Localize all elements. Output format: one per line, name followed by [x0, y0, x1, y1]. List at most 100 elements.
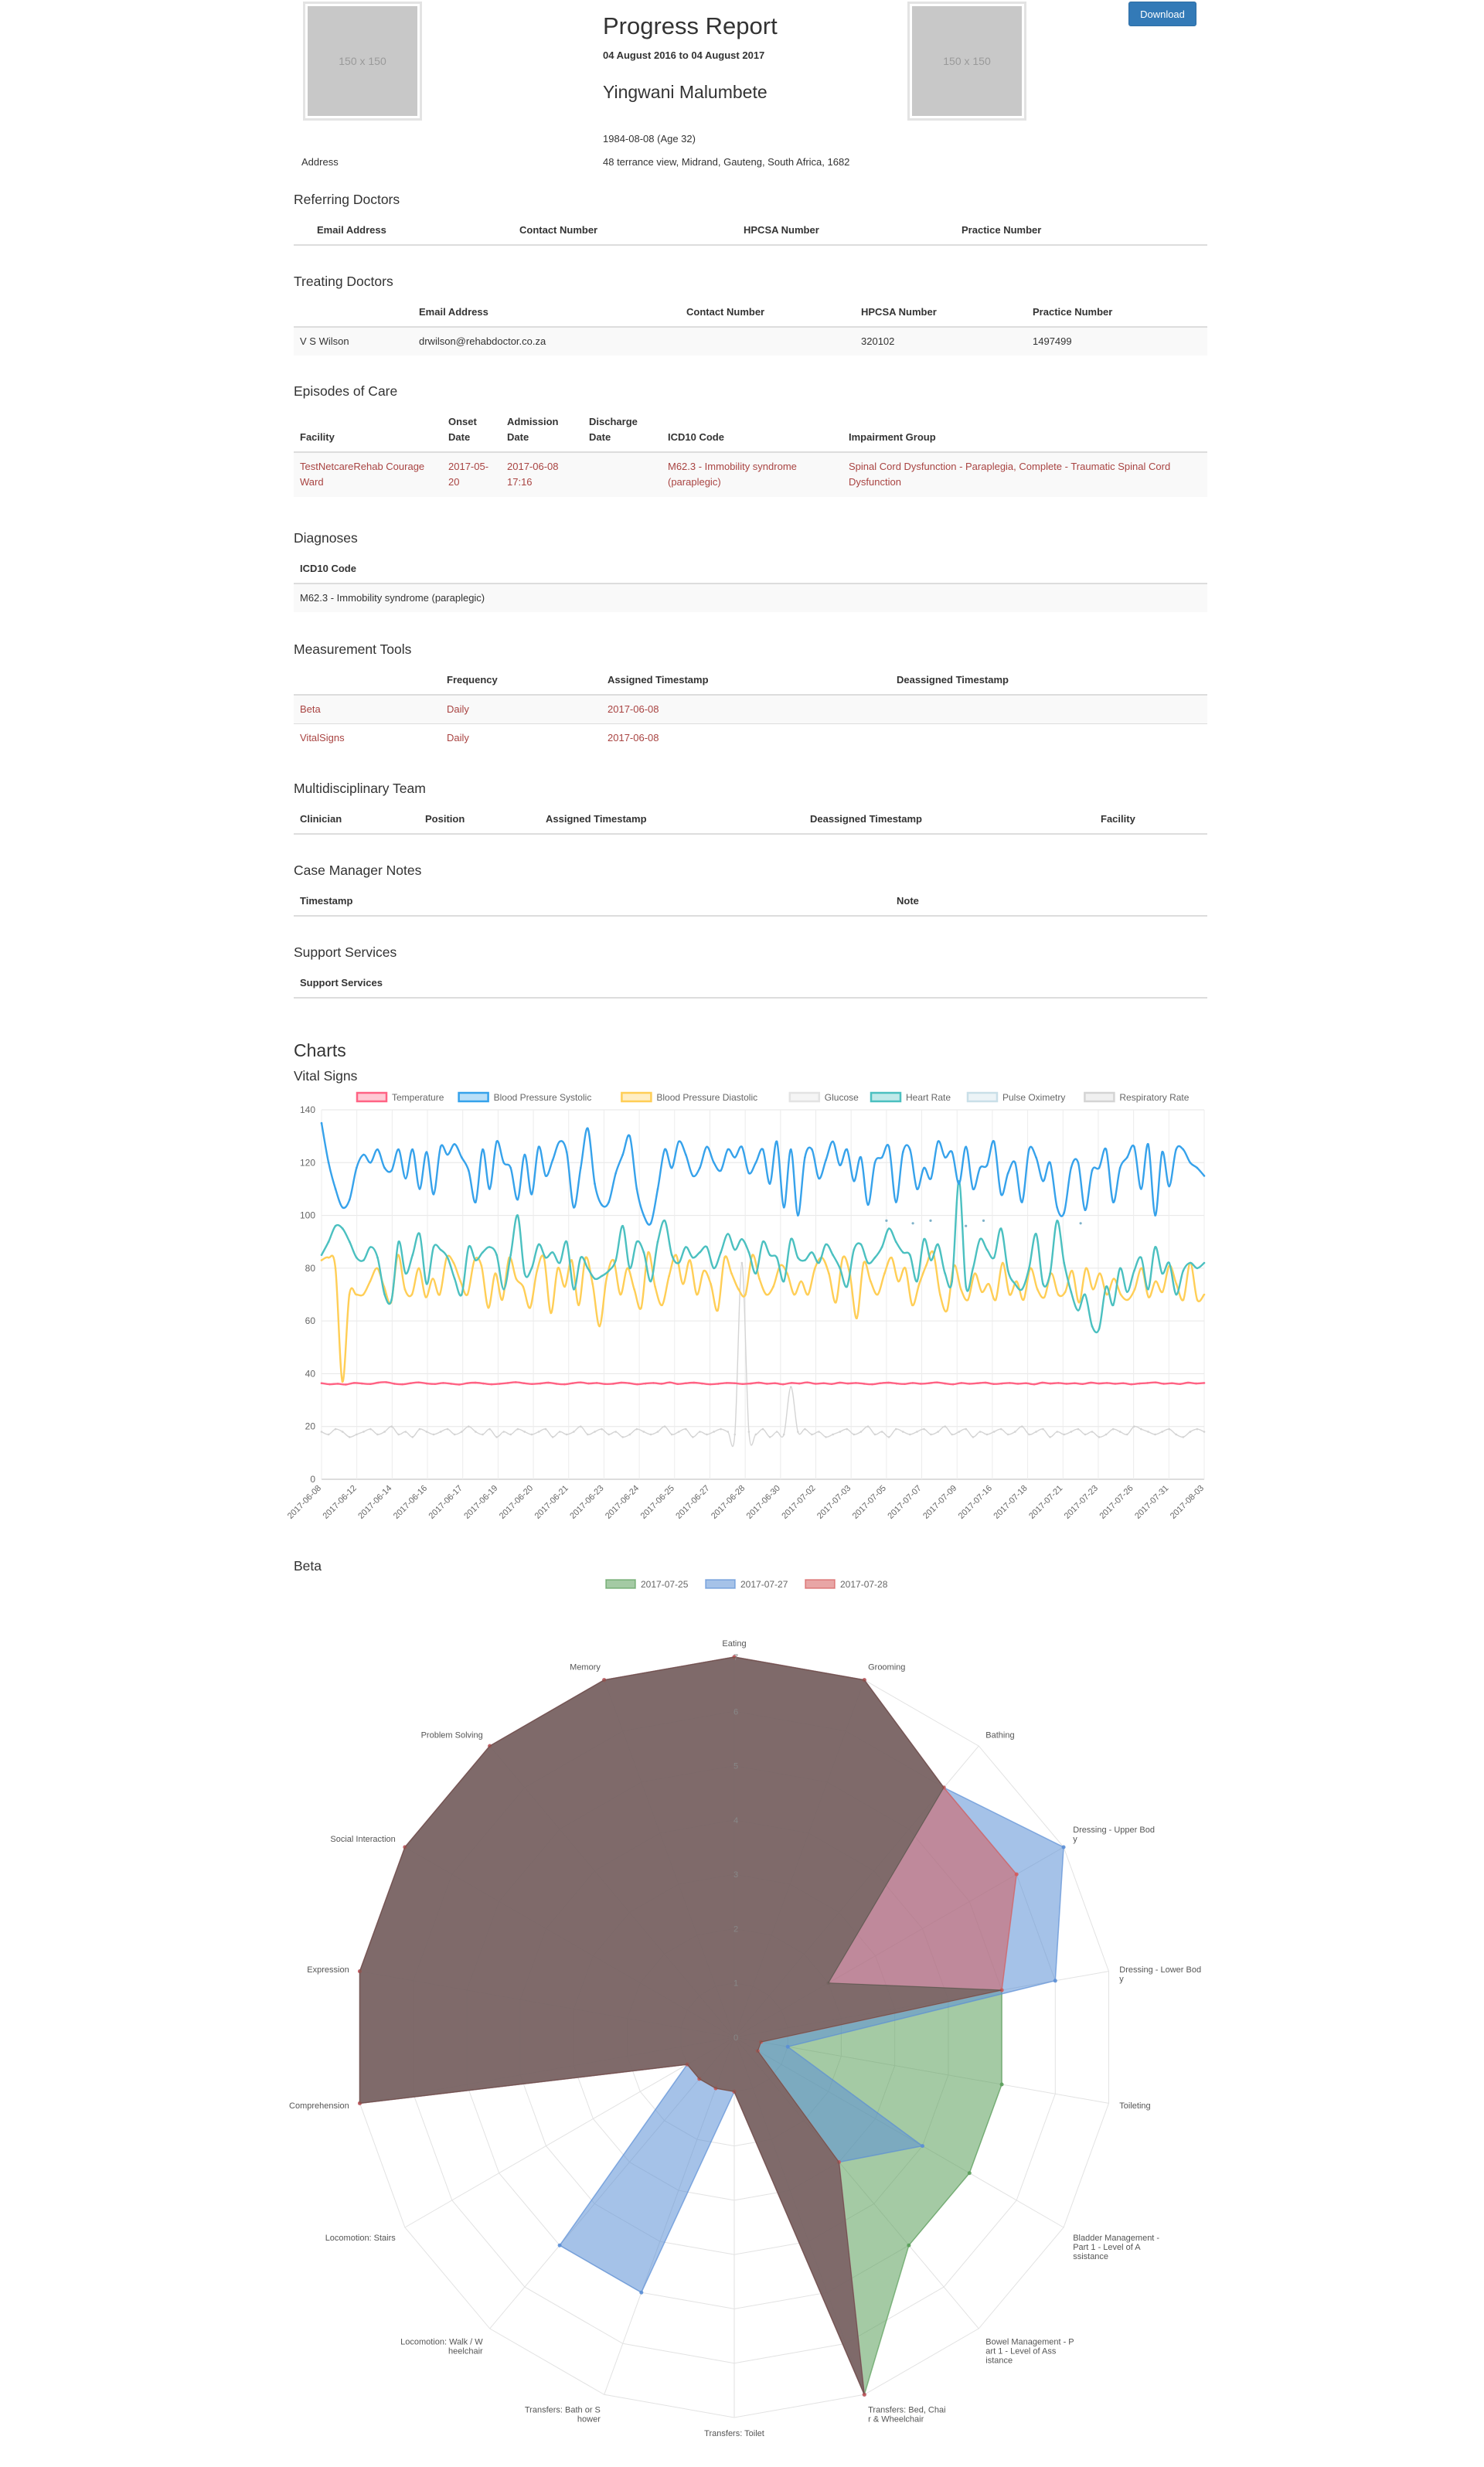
data-point [327, 1240, 330, 1243]
logo-placeholder-right: 150 x 150 [907, 2, 1026, 121]
data-point [883, 1272, 886, 1274]
data-point [866, 1425, 870, 1427]
axis-label-line: Social Interaction [330, 1835, 395, 1844]
data-point [620, 1381, 622, 1384]
data-point [1016, 1383, 1019, 1385]
data-point [334, 1427, 337, 1431]
table-cell: 1497499 [1026, 326, 1207, 356]
data-point [720, 1169, 722, 1172]
data-point [425, 1151, 428, 1153]
impairment-group-link[interactable]: Spinal Cord Dysfunction - Paraplegia, Co… [842, 451, 1207, 497]
data-point [1098, 1382, 1101, 1385]
data-point [636, 1383, 638, 1386]
data-point [530, 1433, 533, 1436]
data-point [551, 1159, 554, 1162]
data-point [580, 1381, 582, 1383]
data-point [733, 1433, 736, 1436]
axis-label: Locomotion: Stairs [325, 2234, 397, 2243]
series-line [320, 1179, 1205, 1334]
onset-date-link[interactable]: 2017-05-20 [442, 451, 501, 497]
data-point [523, 1153, 526, 1156]
data-point [904, 1267, 907, 1270]
data-point [536, 1270, 539, 1272]
data-point [1090, 1381, 1092, 1384]
data-point [376, 1433, 379, 1436]
axis-label: Transfers: Bath or Shower [525, 2406, 601, 2424]
data-point [608, 1270, 610, 1272]
data-point [446, 1153, 449, 1156]
axis-label-line: Transfers: Bed, Chai [868, 2406, 945, 2415]
data-point [1043, 1296, 1046, 1298]
data-point [793, 1293, 795, 1296]
data-point [1168, 1427, 1170, 1431]
r-tick-label: 4 [733, 1816, 738, 1826]
y-tick-label: 60 [305, 1315, 316, 1326]
data-point [1147, 1296, 1150, 1298]
admission-date-link[interactable]: 2017-06-08 17:16 [501, 451, 583, 497]
axis-label-line: Dressing - Upper Bod [1073, 1826, 1155, 1835]
data-point [439, 1145, 442, 1148]
assigned-timestamp-link[interactable]: 2017-06-08 [601, 694, 890, 724]
legend-swatch [788, 1091, 821, 1103]
data-point [725, 1382, 728, 1384]
legend-label: Heart Rate [906, 1092, 951, 1103]
data-point [902, 1251, 904, 1254]
data-point [972, 1188, 975, 1190]
data-point [1189, 1162, 1192, 1164]
data-point [669, 1381, 671, 1383]
icd10-code-link[interactable]: M62.3 - Immobility syndrome (paraplegic) [662, 451, 842, 497]
table-header: Facility [1094, 805, 1207, 835]
data-point [992, 1140, 996, 1143]
data-point [873, 1256, 876, 1259]
data-point [1042, 1283, 1044, 1285]
vital-signs-chart: Temperature Blood Pressure Systolic Blood … [286, 1091, 1206, 1521]
data-point [985, 1164, 989, 1166]
data-point [754, 1162, 757, 1164]
x-tick-label: 2017-07-21 [1027, 1484, 1064, 1521]
data-point [960, 1288, 962, 1291]
data-point [1168, 1261, 1170, 1264]
deassigned-timestamp-link[interactable] [890, 694, 1207, 724]
data-point [873, 1162, 876, 1164]
data-point [797, 1256, 799, 1259]
data-point [853, 1248, 856, 1251]
data-point [417, 1267, 420, 1270]
data-point [580, 1166, 582, 1169]
data-point [1182, 1436, 1185, 1438]
table-header [294, 298, 413, 328]
frequency-link[interactable]: Daily [441, 694, 601, 724]
data-point [349, 1240, 351, 1243]
data-point [828, 1272, 830, 1274]
tool-link-beta[interactable]: Beta [294, 694, 441, 724]
data-point [334, 1224, 337, 1227]
data-point [1118, 1431, 1122, 1433]
data-point [982, 1219, 985, 1222]
data-point [418, 1427, 421, 1431]
data-point [1162, 1383, 1165, 1385]
data-point [663, 1148, 666, 1151]
data-point [482, 1251, 484, 1254]
deassigned-timestamp-link[interactable] [890, 723, 1207, 753]
axis-label-line: art 1 - Level of Ass [985, 2347, 1057, 2356]
assigned-timestamp-link[interactable]: 2017-06-08 [601, 723, 890, 753]
data-point [1203, 1261, 1206, 1264]
download-button[interactable]: Download [1128, 2, 1196, 26]
axis-label: Grooming [868, 1663, 905, 1672]
tool-link-vitalsigns[interactable]: VitalSigns [294, 723, 441, 753]
data-point [654, 1285, 656, 1288]
data-point [716, 1309, 719, 1312]
discharge-date-link[interactable] [583, 451, 662, 497]
data-point [720, 1427, 722, 1431]
data-point [475, 1201, 477, 1203]
table-header: Support Services [294, 969, 1207, 999]
data-point [730, 1272, 733, 1274]
data-point [1175, 1433, 1177, 1436]
data-point [909, 1148, 911, 1151]
facility-link[interactable]: TestNetcareRehab Courage Ward [294, 451, 442, 497]
data-point [544, 1427, 547, 1431]
data-point [495, 1254, 498, 1257]
data-point [839, 1164, 841, 1166]
data-point [390, 1298, 393, 1302]
frequency-link[interactable]: Daily [441, 723, 601, 753]
data-point [649, 1280, 652, 1283]
